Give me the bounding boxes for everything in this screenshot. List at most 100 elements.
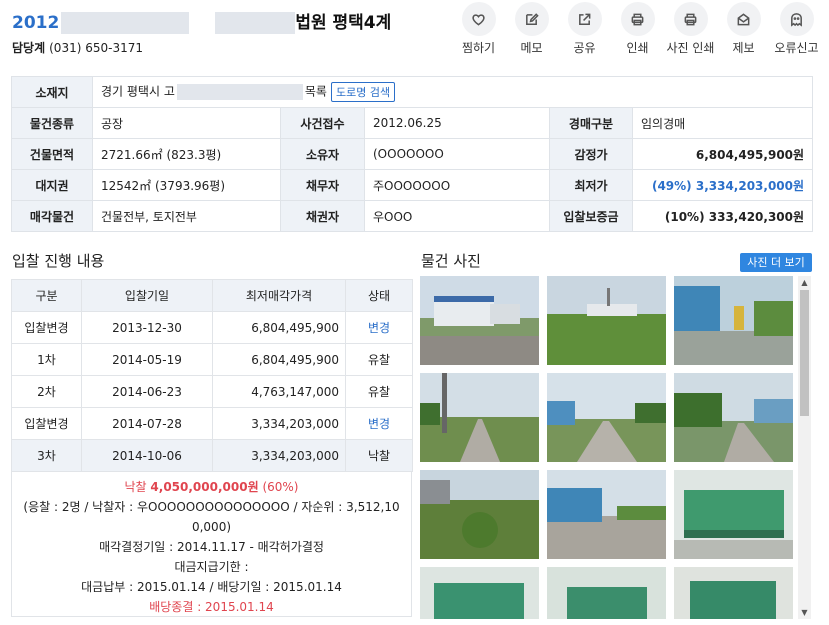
contact-info: 담당계 (031) 650-3171 [12,39,143,56]
info-value: 2721.66㎡ (823.3평) [92,138,281,170]
bid-status-link[interactable]: 변경 [345,407,413,440]
bid-status: 낙찰 [345,439,413,472]
property-photo[interactable] [420,276,539,365]
bid-round: 3차 [11,439,82,472]
share-icon [579,13,591,25]
property-photo[interactable] [674,276,793,365]
bid-date: 2014-05-19 [81,343,213,376]
bid-round: 1차 [11,343,82,376]
info-value: 우OOO [364,200,550,232]
property-photo[interactable] [674,567,793,619]
bid-round: 입찰변경 [11,311,82,344]
bid-date: 2014-06-23 [81,375,213,408]
redacted-block [61,12,190,34]
scroll-up-icon[interactable]: ▲ [800,278,809,287]
award-percent: (60%) [262,480,299,494]
more-photos-button[interactable]: 사진 더 보기 [740,253,812,272]
bid-status-link[interactable]: 변경 [345,311,413,344]
table-row: 입찰변경 2014-07-28 3,334,203,000 변경 [11,407,413,440]
print-button[interactable]: 인쇄 [611,2,664,56]
property-photo[interactable] [547,373,666,462]
photo-scrollbar[interactable]: ▲ ▼ [798,276,811,619]
scroll-down-icon[interactable]: ▼ [800,608,809,617]
info-key: 경매구분 [549,107,633,139]
table-row: 건물면적 2721.66㎡ (823.3평) 소유자 (OOOOOOO 감정가 … [11,138,814,170]
court-name: 법원 평택4계 [295,13,392,33]
property-photo[interactable] [674,373,793,462]
sale-decision: 매각결정기일 : 2014.11.17 - 매각허가결정 [99,540,324,554]
table-row: 매각물건 건물전부, 토지전부 채권자 우OOO 입찰보증금 (10%) 333… [11,200,814,232]
column-header: 상태 [345,279,413,312]
table-row: 1차 2014-05-19 6,804,495,900 유찰 [11,343,413,376]
scroll-thumb[interactable] [800,290,809,416]
property-photo[interactable] [420,567,539,619]
info-key: 매각물건 [11,200,93,232]
info-key: 사건접수 [280,107,365,139]
property-photo[interactable] [674,470,793,559]
table-row: 물건종류 공장 사건접수 2012.06.25 경매구분 임의경매 [11,107,814,139]
deposit-value: (10%) 333,420,300원 [631,200,814,232]
property-photo[interactable] [547,470,666,559]
bid-price: 3,334,203,000 [212,407,346,440]
bid-date: 2013-12-30 [81,311,213,344]
photo-grid [420,276,798,619]
bidders-info: (응찰 : 2명 / 낙찰자 : 우OOOOOOOOOOOOOOO / 자순위 … [23,500,400,514]
award-label: 낙찰 [124,480,147,494]
report-button[interactable]: 제보 [717,2,770,56]
info-value: 주OOOOOOO [364,169,550,201]
info-value: 임의경매 [631,107,814,139]
heart-icon [472,13,485,26]
payment-deadline: 대금지급기한 : [174,560,249,574]
photo-print-button[interactable]: 사진 인쇄 [664,2,717,56]
appraisal-value: 6,804,495,900원 [631,138,814,170]
print-icon [631,13,644,25]
contact-phone: (031) 650-3171 [49,41,143,55]
bid-round: 2차 [11,375,82,408]
page-title: 2012 법원 평택4계 [12,8,391,34]
share-button[interactable]: 공유 [558,2,611,56]
bid-price: 6,804,495,900 [212,343,346,376]
redacted-block [215,12,296,34]
info-value: 공장 [92,107,281,139]
bid-price: 4,763,147,000 [212,375,346,408]
photo-section-title: 물건 사진 [421,252,481,270]
bid-section-title: 입찰 진행 내용 [12,252,105,270]
error-report-button[interactable]: 오류신고 [770,2,823,56]
bid-date: 2014-07-28 [81,407,213,440]
info-key: 감정가 [549,138,633,170]
table-row: 대지권 12542㎡ (3793.96평) 채무자 주OOOOOOO 최저가 (… [11,169,814,201]
action-bar: 찜하기 메모 공유 인쇄 사진 인쇄 제보 오류신고 [452,2,823,56]
info-key: 물건종류 [11,107,93,139]
road-search-button[interactable]: 도로명 검색 [330,82,396,102]
column-header: 입찰기일 [81,279,213,312]
contact-label: 담당계 [12,41,46,55]
print-label: 인쇄 [626,41,649,55]
bid-status: 유찰 [345,375,413,408]
location-prefix: 경기 평택시 고 [101,84,175,99]
favorite-label: 찜하기 [461,41,496,55]
info-value: 12542㎡ (3793.96평) [92,169,281,201]
memo-label: 메모 [520,41,543,55]
memo-button[interactable]: 메모 [505,2,558,56]
info-key: 대지권 [11,169,93,201]
property-photo[interactable] [420,373,539,462]
table-row: 2차 2014-06-23 4,763,147,000 유찰 [11,375,413,408]
property-photo[interactable] [547,567,666,619]
table-row: 소재지 경기 평택시 고 목록 도로명 검색 [11,76,814,108]
bid-date: 2014-10-06 [81,439,213,472]
award-line: 낙찰 4,050,000,000원 (60%) [20,477,403,497]
info-key: 건물면적 [11,138,93,170]
report-mail-icon [737,12,750,25]
redacted-block [176,84,303,100]
info-value: 건물전부, 토지전부 [92,200,281,232]
bidders-info-cont: 0,000) [191,520,232,534]
favorite-button[interactable]: 찜하기 [452,2,505,56]
location-value: 경기 평택시 고 목록 도로명 검색 [91,76,814,108]
bid-price: 6,804,495,900 [212,311,346,344]
property-photo[interactable] [547,276,666,365]
location-label: 소재지 [11,76,93,108]
bid-history-table: 구분 입찰기일 최저매각가격 상태 입찰변경 2013-12-30 6,804,… [11,279,413,472]
column-header: 구분 [11,279,82,312]
property-photo[interactable] [420,470,539,559]
photo-print-label: 사진 인쇄 [666,41,715,55]
